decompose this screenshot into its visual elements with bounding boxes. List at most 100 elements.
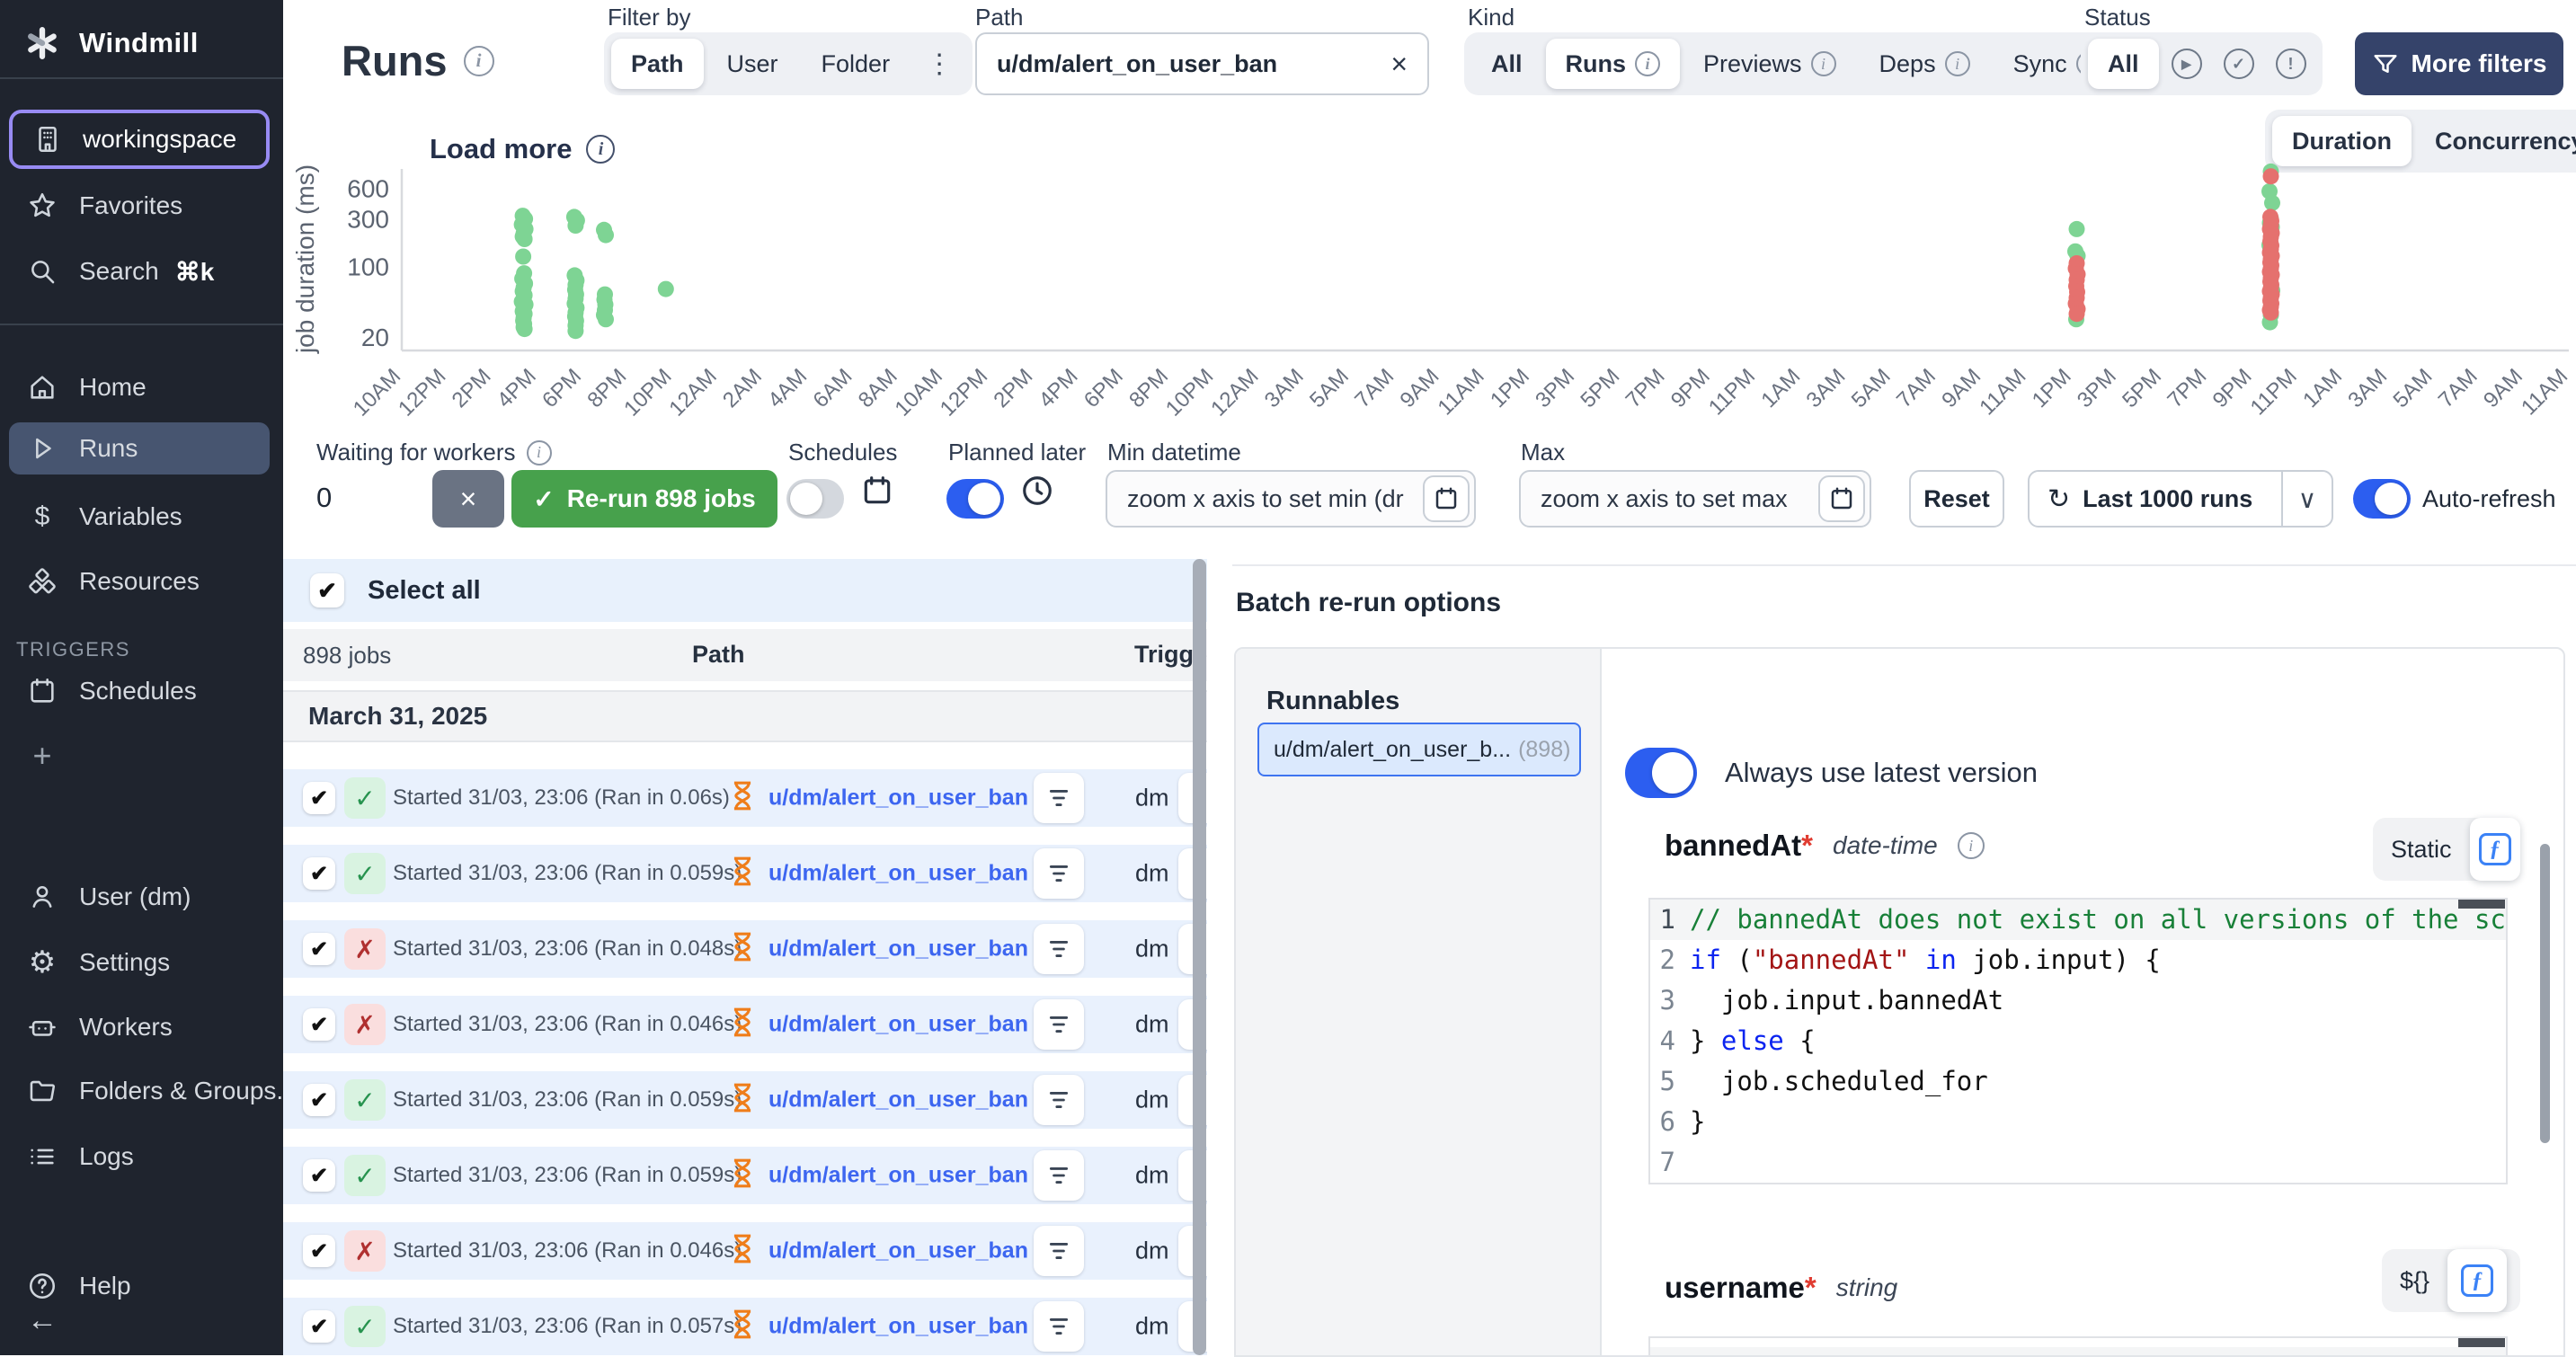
table-row[interactable]: ✔ ✓ Started 31/03, 23:06 (Ran in 0.059s)… [283, 1147, 1207, 1204]
kind-option-runs[interactable]: Runsi [1546, 39, 1681, 89]
filter-option-folder[interactable]: Folder [802, 39, 910, 89]
row-checkbox[interactable]: ✔ [303, 782, 335, 814]
sidebar-collapse-button[interactable]: ← [0, 1298, 283, 1343]
min-datetime-input[interactable]: zoom x axis to set min (dr [1106, 470, 1476, 528]
mode-template-option[interactable]: ${} [2382, 1267, 2447, 1295]
args-button[interactable] [1034, 848, 1084, 899]
run-path-link[interactable]: u/dm/alert_on_user_ban [768, 1163, 1028, 1189]
autorefresh-toggle[interactable] [2353, 479, 2411, 519]
table-row[interactable]: ✔ ✓ Started 31/03, 23:06 (Ran in 0.059s)… [283, 1071, 1207, 1129]
field-username-header: username* string [1665, 1271, 1897, 1305]
args-button[interactable] [1034, 1150, 1084, 1201]
table-row[interactable]: ✔ ✗ Started 31/03, 23:06 (Ran in 0.046s)… [283, 996, 1207, 1053]
row-checkbox[interactable]: ✔ [303, 1310, 335, 1343]
reset-button[interactable]: Reset [1909, 470, 2004, 528]
args-button[interactable] [1034, 1226, 1084, 1276]
runnable-item[interactable]: u/dm/alert_on_user_b... (898) [1257, 723, 1581, 776]
row-checkbox[interactable]: ✔ [303, 1008, 335, 1041]
run-path-link[interactable]: u/dm/alert_on_user_ban [768, 936, 1028, 962]
calendar-picker-button[interactable] [1423, 475, 1470, 522]
mode-static-option[interactable]: Static [2373, 836, 2470, 864]
args-button[interactable] [1034, 1075, 1084, 1125]
row-checkbox[interactable]: ✔ [303, 1235, 335, 1267]
row-checkbox[interactable]: ✔ [303, 1159, 335, 1192]
args-button[interactable] [1034, 773, 1084, 823]
run-path-link[interactable]: u/dm/alert_on_user_ban [768, 1238, 1028, 1264]
sidebar-item-settings[interactable]: ⚙ Settings [0, 936, 283, 989]
planned-later-toggle[interactable] [946, 479, 1004, 519]
kebab-menu-icon[interactable]: ⋮ [913, 39, 965, 89]
row-checkbox[interactable]: ✔ [303, 933, 335, 965]
row-checkbox[interactable]: ✔ [303, 1084, 335, 1116]
run-path-link[interactable]: u/dm/alert_on_user_ban [768, 861, 1028, 887]
sidebar-item-schedules[interactable]: Schedules [0, 665, 283, 717]
sidebar-item-label: Runs [79, 434, 138, 463]
editor-hscrollbar[interactable] [2458, 900, 2505, 909]
info-icon[interactable]: i [464, 46, 494, 76]
path-filter-input[interactable]: u/dm/alert_on_user_ban × [975, 32, 1429, 95]
runs-range-select[interactable]: ↻ Last 1000 runs ∨ [2028, 470, 2333, 528]
kind-option-previews[interactable]: Previewsi [1683, 39, 1856, 89]
svg-text:100: 100 [347, 253, 389, 281]
svg-text:6PM: 6PM [1079, 364, 1128, 412]
filter-option-path[interactable]: Path [611, 39, 704, 89]
filter-option-user[interactable]: User [707, 39, 798, 89]
run-path-link[interactable]: u/dm/alert_on_user_ban [768, 1087, 1028, 1113]
latest-version-label: Always use latest version [1725, 757, 2038, 789]
main-content: Runsi Filter by Path User Folder ⋮ Path … [283, 0, 2576, 1355]
calendar-picker-button[interactable] [1818, 475, 1865, 522]
sidebar-item-runs[interactable]: Runs [9, 422, 270, 475]
schedules-toggle[interactable] [786, 479, 844, 519]
table-row[interactable]: ✔ ✓ Started 31/03, 23:06 (Ran in 0.06s) … [283, 769, 1207, 827]
svg-text:300: 300 [347, 205, 389, 233]
sidebar-item-workers[interactable]: Workers [0, 1001, 283, 1053]
args-button[interactable] [1034, 924, 1084, 974]
run-path-link[interactable]: u/dm/alert_on_user_ban [768, 1314, 1028, 1340]
bannedat-code-editor[interactable]: 1// bannedAt does not exist on all versi… [1648, 898, 2508, 1184]
duration-scatter-chart[interactable]: 60030010020job duration (ms)10AM12PM2PM4… [283, 133, 2576, 430]
javascript-mode-button[interactable]: ƒ [2470, 818, 2520, 881]
chevron-down-icon[interactable]: ∨ [2283, 484, 2332, 514]
args-button[interactable] [1034, 1301, 1084, 1352]
rerun-jobs-button[interactable]: ✓Re-run 898 jobs [511, 470, 777, 528]
sidebar-item-search[interactable]: Search ⌘k [0, 245, 283, 297]
table-row[interactable]: ✔ ✓ Started 31/03, 23:06 (Ran in 0.057s)… [283, 1298, 1207, 1355]
status-option-all[interactable]: All [2088, 39, 2159, 89]
max-datetime-input[interactable]: zoom x axis to set max [1519, 470, 1871, 528]
editor-hscrollbar[interactable] [2458, 1338, 2505, 1347]
sidebar-item-resources[interactable]: Resources [0, 555, 283, 608]
select-all-checkbox[interactable]: ✔ [310, 573, 344, 608]
more-filters-button[interactable]: More filters [2355, 32, 2563, 95]
table-row[interactable]: ✔ ✗ Started 31/03, 23:06 (Ran in 0.046s)… [283, 1222, 1207, 1280]
sidebar-item-variables[interactable]: $ Variables [0, 491, 283, 543]
batch-panel-scrollbar[interactable] [2540, 844, 2550, 1143]
row-checkbox[interactable]: ✔ [303, 857, 335, 890]
min-datetime-label: Min datetime [1107, 439, 1241, 466]
workspace-switcher[interactable]: workingspace [9, 110, 270, 169]
status-success-icon[interactable]: ✓ [2215, 39, 2263, 89]
latest-version-toggle[interactable] [1625, 748, 1697, 798]
status-failure-icon[interactable]: ! [2267, 39, 2315, 89]
sidebar-item-home[interactable]: Home [0, 361, 283, 413]
table-row[interactable]: ✔ ✓ Started 31/03, 23:06 (Ran in 0.059s)… [283, 845, 1207, 902]
status-running-icon[interactable]: ▶ [2163, 39, 2211, 89]
clear-path-icon[interactable]: × [1371, 48, 1427, 81]
javascript-mode-button[interactable]: ƒ [2447, 1249, 2507, 1312]
cancel-selection-button[interactable]: × [432, 470, 504, 528]
sidebar-add-button[interactable]: + [0, 730, 283, 782]
run-path-link[interactable]: u/dm/alert_on_user_ban [768, 1012, 1028, 1038]
run-path-link[interactable]: u/dm/alert_on_user_ban [768, 785, 1028, 812]
list-scrollbar[interactable] [1193, 559, 1206, 1355]
info-icon[interactable]: i [1958, 832, 1985, 859]
sidebar-item-favorites[interactable]: Favorites [0, 180, 283, 232]
sidebar-item-user[interactable]: User (dm) [0, 871, 283, 923]
sidebar-item-label: Settings [79, 948, 170, 977]
sidebar-item-logs[interactable]: Logs [0, 1131, 283, 1183]
kind-option-deps[interactable]: Depsi [1860, 39, 1990, 89]
username-code-editor[interactable]: 1"@" + job.input.username [1648, 1336, 2508, 1357]
sidebar-item-folders[interactable]: Folders & Groups... [0, 1065, 283, 1117]
kind-option-all[interactable]: All [1471, 39, 1542, 89]
path-column-header: Path [692, 641, 745, 669]
args-button[interactable] [1034, 999, 1084, 1050]
table-row[interactable]: ✔ ✗ Started 31/03, 23:06 (Ran in 0.048s)… [283, 920, 1207, 978]
